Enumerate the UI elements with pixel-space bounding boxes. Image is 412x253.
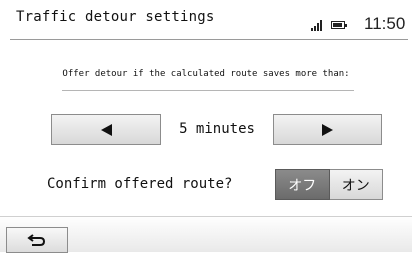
header-divider xyxy=(10,39,408,40)
clock-time: 11:50 xyxy=(364,14,406,33)
footer-divider xyxy=(0,216,412,217)
triangle-left-icon xyxy=(100,123,112,136)
detour-description: Offer detour if the calculated route sav… xyxy=(62,69,350,79)
header-bar: Traffic detour settings 11:50 xyxy=(0,0,412,40)
battery-icon xyxy=(331,21,347,29)
return-arrow-icon xyxy=(27,234,46,246)
back-button[interactable] xyxy=(6,227,68,253)
detour-value: 5 minutes xyxy=(179,121,255,137)
triangle-right-icon xyxy=(322,123,333,136)
toggle-option-off[interactable]: オフ xyxy=(275,169,330,200)
decrease-button[interactable] xyxy=(51,114,161,145)
confirm-route-label: Confirm offered route? xyxy=(47,176,233,192)
confirm-route-toggle[interactable]: オフ オン xyxy=(275,169,383,200)
signal-bars-icon xyxy=(311,19,325,31)
toggle-option-on[interactable]: オン xyxy=(329,169,383,200)
increase-button[interactable] xyxy=(273,114,382,145)
description-divider xyxy=(62,90,354,91)
page-title: Traffic detour settings xyxy=(16,9,215,25)
